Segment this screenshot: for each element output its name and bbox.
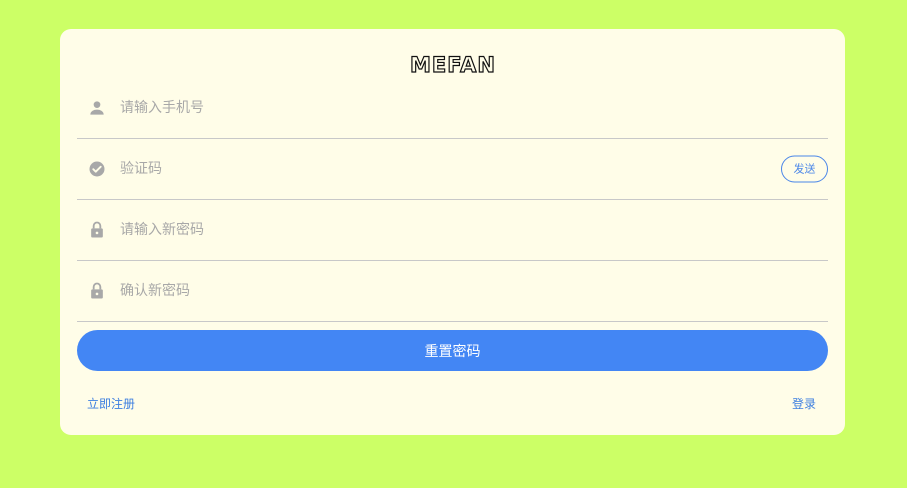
new-password-input[interactable]: [120, 199, 770, 260]
confirm-password-input[interactable]: [120, 260, 770, 321]
code-input[interactable]: [120, 138, 720, 199]
user-icon: [90, 100, 104, 115]
new-password-field: [77, 199, 828, 261]
login-link[interactable]: 登录: [792, 395, 816, 412]
check-circle-icon: [89, 161, 105, 176]
code-field: 发送: [77, 138, 828, 200]
mefan-logo: MEFAN: [409, 53, 496, 77]
lock-icon: [91, 221, 103, 237]
reset-password-card: MEFAN 发送 重置密码 立即注册 登录: [60, 29, 845, 435]
reset-password-button[interactable]: 重置密码: [77, 330, 828, 371]
phone-input[interactable]: [120, 77, 770, 138]
phone-field: [77, 77, 828, 139]
logo-text: MEFAN: [410, 53, 496, 77]
confirm-password-field: [77, 260, 828, 322]
register-link[interactable]: 立即注册: [87, 395, 135, 412]
send-code-button[interactable]: 发送: [781, 155, 828, 182]
lock-icon: [91, 282, 103, 298]
